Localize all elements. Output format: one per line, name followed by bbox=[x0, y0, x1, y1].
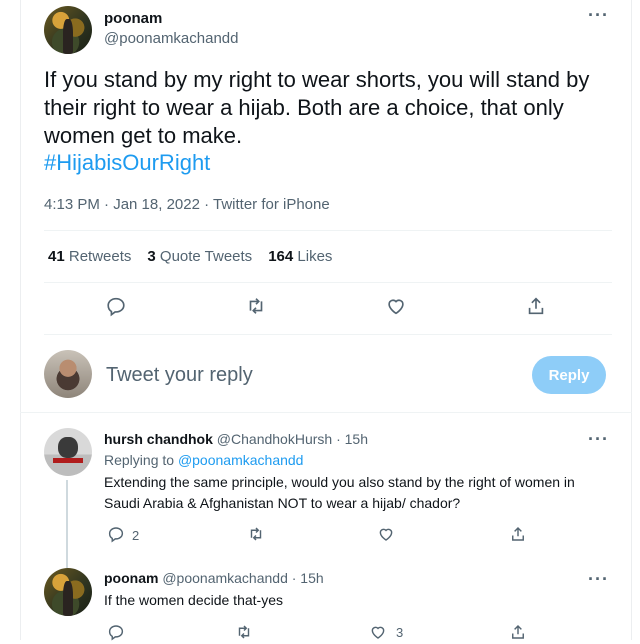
quotes-count: 3 bbox=[147, 248, 156, 265]
thread-connector bbox=[66, 480, 68, 568]
divider bbox=[44, 334, 612, 335]
tweet-timestamp[interactable]: 4:13 PM · Jan 18, 2022 · Twitter for iPh… bbox=[44, 196, 330, 213]
quotes-label: Quote Tweets bbox=[159, 248, 253, 265]
reply-icon[interactable] bbox=[104, 294, 128, 318]
likes-stat[interactable]: 164 Likes bbox=[268, 248, 332, 265]
more-options-icon[interactable]: ··· bbox=[588, 570, 609, 588]
avatar[interactable] bbox=[44, 568, 92, 616]
like-count: 3 bbox=[396, 625, 404, 640]
retweets-stat[interactable]: 41 Retweets bbox=[48, 248, 131, 265]
tweet-text: If you stand by my right to wear shorts,… bbox=[44, 67, 590, 148]
more-options-icon[interactable]: ··· bbox=[588, 430, 609, 448]
reply-count: 2 bbox=[132, 528, 140, 543]
author-handle[interactable]: @poonamkachandd bbox=[104, 30, 239, 47]
card-left-border bbox=[20, 0, 21, 640]
quote-tweets-stat[interactable]: 3 Quote Tweets bbox=[147, 248, 252, 265]
replying-to-label: Replying to bbox=[104, 452, 175, 468]
card-right-border bbox=[631, 0, 632, 640]
divider bbox=[20, 412, 632, 413]
more-options-icon[interactable]: ··· bbox=[588, 6, 609, 24]
reply-author-handle[interactable]: @poonamkachandd · 15h bbox=[162, 570, 323, 586]
like-icon[interactable] bbox=[384, 294, 408, 318]
avatar[interactable] bbox=[44, 6, 92, 54]
reply-author-name[interactable]: poonam bbox=[104, 570, 158, 586]
tweet-stats: 41 Retweets 3 Quote Tweets 164 Likes bbox=[48, 248, 332, 265]
divider bbox=[44, 282, 612, 283]
hashtag-link[interactable]: #HijabisOurRight bbox=[44, 150, 210, 176]
retweet-icon[interactable] bbox=[244, 522, 268, 546]
reply-author: poonam @poonamkachandd · 15h bbox=[104, 568, 324, 589]
divider bbox=[44, 230, 612, 231]
share-icon[interactable] bbox=[506, 522, 530, 546]
avatar[interactable] bbox=[44, 350, 92, 398]
like-icon[interactable] bbox=[374, 522, 398, 546]
author-name[interactable]: poonam bbox=[104, 10, 162, 27]
retweet-icon[interactable] bbox=[244, 294, 268, 318]
reply-input[interactable]: Tweet your reply bbox=[106, 364, 253, 387]
reply-button[interactable]: Reply bbox=[532, 356, 606, 394]
reply-text: If the women decide that-yes bbox=[104, 592, 283, 608]
likes-label: Likes bbox=[297, 248, 333, 265]
replying-to: Replying to @poonamkachandd bbox=[104, 450, 303, 471]
share-icon[interactable] bbox=[506, 620, 530, 644]
like-icon[interactable] bbox=[366, 620, 390, 644]
reply-icon[interactable] bbox=[104, 522, 128, 546]
retweet-icon[interactable] bbox=[232, 620, 256, 644]
replying-to-handle[interactable]: @poonamkachandd bbox=[178, 452, 304, 468]
reply-text: Extending the same principle, would you … bbox=[104, 474, 575, 511]
reply-author: hursh chandhok @ChandhokHursh · 15h bbox=[104, 429, 368, 450]
reply-author-name[interactable]: hursh chandhok bbox=[104, 431, 213, 447]
reply-author-handle[interactable]: @ChandhokHursh · 15h bbox=[217, 431, 368, 447]
share-icon[interactable] bbox=[524, 294, 548, 318]
retweets-count: 41 bbox=[48, 248, 65, 265]
reply-icon[interactable] bbox=[104, 620, 128, 644]
avatar[interactable] bbox=[44, 428, 92, 476]
retweets-label: Retweets bbox=[68, 248, 132, 265]
likes-count: 164 bbox=[268, 248, 294, 265]
